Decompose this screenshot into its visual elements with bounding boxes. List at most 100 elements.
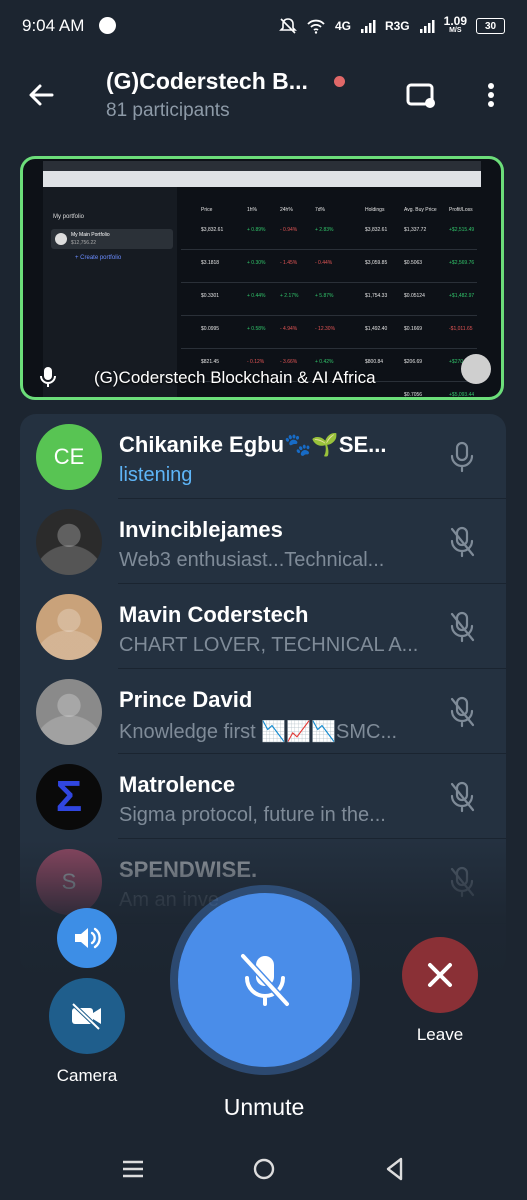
- holdings-cell: $0.7056: [404, 392, 423, 398]
- unmute-label: Unmute: [223, 1094, 305, 1120]
- holdings-cell: $0.05124: [404, 293, 425, 299]
- recents-icon[interactable]: [118, 1154, 148, 1184]
- holdings-cell: - 0.94%: [280, 227, 298, 233]
- holdings-cell: $3,832.61: [201, 227, 224, 233]
- browser-address-bar: [43, 171, 481, 187]
- speaker-button[interactable]: [57, 908, 117, 968]
- participant-status: Knowledge first 📉📈📉SMC...: [119, 721, 398, 743]
- holdings-cell: $1,754.33: [365, 293, 388, 299]
- sharer-avatar: [461, 354, 491, 384]
- screen-share-label: (G)Coderstech Blockchain & AI Africa: [94, 368, 376, 387]
- portfolio-card: My Main Portfolio $12,756.22: [51, 229, 173, 249]
- col-price: Price: [201, 207, 213, 213]
- participant-name: Chikanike Egbu🐾🌱SE...: [119, 432, 387, 457]
- notification-app-icon: [99, 17, 116, 34]
- mic-muted-icon: [450, 526, 475, 558]
- col-avg-buy: Avg. Buy Price: [404, 207, 437, 213]
- back-arrow-icon[interactable]: [24, 78, 58, 112]
- holdings-row-divider: [181, 249, 477, 250]
- col-24h: 24h%: [280, 207, 293, 213]
- holdings-cell: + 0.30%: [247, 260, 266, 266]
- holdings-cell: +$1,482.97: [449, 293, 475, 299]
- holdings-cell: $0.0995: [201, 326, 220, 332]
- status-icons: 4G R3G 1.09 M/S 30: [279, 14, 505, 36]
- holdings-row-divider: [181, 315, 477, 316]
- holdings-cell: + 2.83%: [315, 227, 334, 233]
- back-nav-icon[interactable]: [380, 1154, 410, 1184]
- holdings-cell: + 0.58%: [247, 326, 266, 332]
- microphone-icon: [40, 367, 56, 387]
- holdings-cell: +$2,515.49: [449, 227, 475, 233]
- participant-row[interactable]: Mavin Coderstech CHART LOVER, TECHNICAL A…: [20, 584, 506, 669]
- home-icon[interactable]: [249, 1154, 279, 1184]
- network-type: 4G: [334, 19, 351, 33]
- avatar-initials: Σ: [55, 772, 83, 821]
- holdings-cell: - 0.44%: [315, 260, 333, 266]
- col-profit: Profit/Loss: [449, 207, 473, 213]
- participant-name: Prince David: [119, 687, 253, 712]
- speed-unit: M/S: [449, 27, 462, 34]
- close-icon: [428, 963, 452, 987]
- leave-button[interactable]: [402, 937, 478, 1013]
- holdings-cell: $800.84: [365, 359, 384, 365]
- holdings-header: Price 1h% 24h% 7d% Holdings Avg. Buy Pri…: [181, 207, 477, 215]
- holdings-cell: +$5,093.44: [449, 392, 475, 398]
- holdings-cell: + 2.17%: [280, 293, 299, 299]
- mute-notification-icon: [279, 18, 297, 34]
- more-options-icon[interactable]: [478, 78, 504, 112]
- participant-status: CHART LOVER, TECHNICAL A...: [119, 634, 419, 656]
- call-header: (G)Coderstech B... 81 participants: [0, 54, 527, 142]
- holdings-cell: $3,832.61: [365, 227, 388, 233]
- holdings-cell: + 0.89%: [247, 227, 266, 233]
- holdings-cell: + 0.42%: [315, 359, 334, 365]
- network-type-2: R3G: [384, 19, 410, 33]
- col-7d: 7d%: [315, 207, 326, 213]
- participant-row[interactable]: Invinciblejames Web3 enthusiast...Technic…: [20, 499, 506, 584]
- holdings-cell: $0.1669: [404, 326, 423, 332]
- col-1h: 1h%: [247, 207, 258, 213]
- participant-row[interactable]: Prince David Knowledge first 📉📈📉SMC...: [20, 669, 506, 754]
- portfolio-value: $12,756.22: [71, 240, 97, 246]
- holdings-cell: $3,059.85: [365, 260, 388, 266]
- mic-muted-icon: [450, 781, 475, 813]
- unmute-button[interactable]: [178, 893, 352, 1067]
- holdings-cell: $0.5063: [404, 260, 423, 266]
- participant-avatar: [36, 679, 102, 745]
- participant-avatar: [36, 509, 102, 575]
- status-time: 9:04 AM: [22, 16, 85, 35]
- participant-row[interactable]: Σ Matrolence Sigma protocol, future in the…: [20, 754, 506, 839]
- network-speed: 1.09 M/S: [443, 14, 467, 36]
- mic-icon: [450, 441, 474, 473]
- portfolio-name: My Main Portfolio: [71, 232, 110, 238]
- holdings-cell: $1,492.40: [365, 326, 388, 332]
- participant-row[interactable]: CE Chikanike Egbu🐾🌱SE... listening: [20, 414, 506, 499]
- participant-name: Invinciblejames: [119, 517, 283, 542]
- create-portfolio-link: + Create portfolio: [75, 255, 122, 261]
- participant-status: listening: [119, 464, 193, 486]
- holdings-cell: $3.1818: [201, 260, 220, 266]
- holdings-cell: $821.45: [201, 359, 220, 365]
- participant-avatar: Σ: [36, 764, 102, 830]
- battery-icon: 30: [476, 18, 505, 34]
- mic-muted-icon: [450, 696, 475, 728]
- participant-status: Web3 enthusiast...Technical...: [119, 549, 385, 571]
- status-bar: 9:04 AM 4G R3G 1.09 M/S 30: [0, 0, 527, 54]
- participant-name: Mavin Coderstech: [119, 602, 309, 627]
- screencast-icon[interactable]: [404, 78, 438, 112]
- leave-label: Leave: [416, 1025, 464, 1044]
- group-title: (G)Coderstech B...: [106, 68, 308, 94]
- mic-muted-icon: [450, 611, 475, 643]
- camera-label: Camera: [56, 1066, 118, 1085]
- speed-value: 1.09: [443, 14, 467, 28]
- system-nav-bar: [0, 1140, 527, 1200]
- camera-off-icon: [71, 1002, 101, 1031]
- col-holdings: Holdings: [365, 207, 385, 213]
- participant-count: 81 participants: [106, 100, 230, 121]
- holdings-cell: +$2,569.76: [449, 260, 475, 266]
- recording-dot: [334, 76, 345, 87]
- signal-icon-2: [419, 20, 435, 33]
- holdings-cell: - 12.30%: [315, 326, 336, 332]
- camera-button[interactable]: [49, 978, 125, 1054]
- signal-icon: [360, 20, 376, 33]
- screen-share-preview[interactable]: My portfolio My Main Portfolio $12,756.2…: [20, 156, 504, 400]
